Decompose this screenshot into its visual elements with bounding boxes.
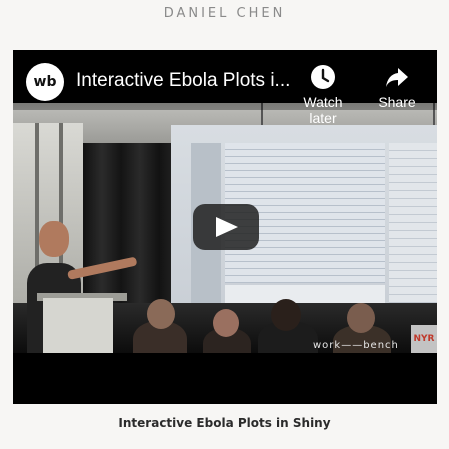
audience-head <box>347 303 375 333</box>
presenter-head <box>39 221 69 257</box>
play-button[interactable] <box>193 204 259 250</box>
share-arrow-icon <box>386 68 408 87</box>
video-header: wb Interactive Ebola Plots i... Watch la… <box>13 50 437 126</box>
share-label: Share <box>378 94 416 110</box>
video-caption: Interactive Ebola Plots in Shiny <box>118 416 331 430</box>
author-name: DANIEL CHEN <box>163 6 286 21</box>
audience-head <box>213 309 239 337</box>
watch-later-button[interactable]: Watch later <box>288 64 358 126</box>
share-button[interactable]: Share <box>371 64 423 110</box>
play-icon <box>216 217 238 237</box>
audience-head <box>147 299 175 329</box>
nyr-badge: NYR <box>411 325 437 353</box>
video-title-link[interactable]: Interactive Ebola Plots i... <box>76 70 290 92</box>
podium <box>43 298 113 353</box>
ide-environment-pane <box>389 143 437 313</box>
audience-head <box>271 299 301 331</box>
workbench-watermark: work——bench <box>313 340 399 351</box>
clock-icon <box>311 65 335 89</box>
video-player[interactable]: work——bench NYR wb Interactive Ebola Plo… <box>13 50 437 404</box>
channel-logo[interactable]: wb <box>26 63 64 101</box>
watch-later-label: Watch later <box>303 94 343 126</box>
